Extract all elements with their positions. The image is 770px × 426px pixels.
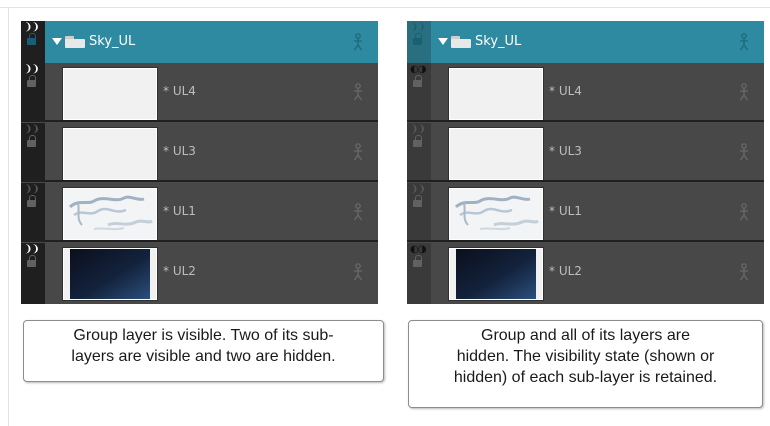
layer-row[interactable]: ◐◑ * UL2 xyxy=(407,243,764,304)
lock-icon[interactable] xyxy=(413,195,422,207)
layer-controls: ❩❩ xyxy=(407,21,431,63)
layer-controls: ❩❩ xyxy=(21,183,45,242)
layer-name: * UL4 xyxy=(163,84,196,98)
layer-panel-left: ❩❩ Sky_UL ❩❩ * UL4 ❩❩ * UL3 ❩❩ * UL1 ❩❩ … xyxy=(21,21,378,304)
layer-thumbnail xyxy=(63,128,157,180)
person-icon xyxy=(740,263,748,281)
layer-row[interactable]: ❩❩ * UL3 xyxy=(21,123,378,182)
layer-controls: ◐◑ xyxy=(407,63,431,122)
group-layer-row[interactable]: ❩❩ Sky_UL xyxy=(407,21,764,63)
eye-icon[interactable]: ❩❩ xyxy=(24,185,40,195)
layer-name: * UL3 xyxy=(163,144,196,158)
lock-icon[interactable] xyxy=(27,75,36,87)
lock-icon[interactable] xyxy=(27,255,36,267)
layer-row[interactable]: ❩❩ * UL2 xyxy=(21,243,378,304)
layer-row[interactable]: ❩❩ * UL1 xyxy=(21,183,378,242)
layer-name: * UL2 xyxy=(163,264,196,278)
lock-icon[interactable] xyxy=(413,255,422,267)
layer-thumbnail xyxy=(449,68,543,120)
person-icon xyxy=(354,33,362,51)
person-icon xyxy=(740,143,748,161)
eye-icon[interactable]: ❩❩ xyxy=(24,65,40,75)
triangle-down-icon[interactable] xyxy=(52,38,62,45)
caption-line: Group layer is visible. Two of its sub- xyxy=(73,327,334,344)
group-layer-row[interactable]: ❩❩ Sky_UL xyxy=(21,21,378,63)
caption-line: Group and all of its layers are xyxy=(481,327,690,344)
layer-name: * UL1 xyxy=(549,204,582,218)
layer-controls: ❩❩ xyxy=(21,243,45,304)
group-layer-name: Sky_UL xyxy=(475,34,522,49)
caption-line: layers are visible and two are hidden. xyxy=(71,348,336,365)
lock-icon[interactable] xyxy=(413,135,422,147)
layer-row[interactable]: ❩❩ * UL3 xyxy=(407,123,764,182)
layer-row[interactable]: ❩❩ * UL4 xyxy=(21,63,378,122)
person-icon xyxy=(354,83,362,101)
lock-icon[interactable] xyxy=(413,33,422,45)
person-icon xyxy=(740,83,748,101)
layer-thumbnail xyxy=(449,188,543,240)
layer-thumbnail xyxy=(63,248,157,300)
eye-icon[interactable]: ❩❩ xyxy=(410,185,426,195)
person-icon xyxy=(354,203,362,221)
layer-name: * UL1 xyxy=(163,204,196,218)
layer-controls: ◐◑ xyxy=(407,243,431,304)
eye-icon[interactable]: ❩❩ xyxy=(24,245,40,255)
person-icon xyxy=(354,263,362,281)
layer-thumbnail xyxy=(63,188,157,240)
lock-icon[interactable] xyxy=(413,75,422,87)
folder-icon xyxy=(451,36,471,48)
eye-icon[interactable]: ◐◑ xyxy=(410,65,426,75)
lock-icon[interactable] xyxy=(27,195,36,207)
layer-controls: ❩❩ xyxy=(407,123,431,182)
layer-controls: ❩❩ xyxy=(21,123,45,182)
layer-controls: ❩❩ xyxy=(21,63,45,122)
layer-panel-right: ❩❩ Sky_UL ◐◑ * UL4 ❩❩ * UL3 ❩❩ * UL1 ◐◑ … xyxy=(407,21,764,304)
person-icon xyxy=(740,203,748,221)
caption-line: hidden) of each sub-layer is retained. xyxy=(453,369,718,386)
layer-thumbnail xyxy=(449,128,543,180)
eye-icon[interactable]: ❩❩ xyxy=(410,125,426,135)
layer-name: * UL3 xyxy=(549,144,582,158)
frame-top-line xyxy=(0,7,770,8)
caption-left: Group layer is visible. Two of its sub- … xyxy=(23,320,384,382)
caption-line: hidden. The visibility state (shown or xyxy=(456,348,715,365)
eye-icon[interactable]: ❩❩ xyxy=(410,23,426,33)
layer-thumbnail xyxy=(63,68,157,120)
layer-row[interactable]: ❩❩ * UL1 xyxy=(407,183,764,242)
triangle-down-icon[interactable] xyxy=(438,38,448,45)
layer-name: * UL2 xyxy=(549,264,582,278)
layer-row[interactable]: ◐◑ * UL4 xyxy=(407,63,764,122)
person-icon xyxy=(354,143,362,161)
lock-icon[interactable] xyxy=(27,33,36,45)
layer-thumbnail xyxy=(449,248,543,300)
eye-icon[interactable]: ◐◑ xyxy=(410,245,426,255)
caption-right: Group and all of its layers are hidden. … xyxy=(408,320,763,408)
layer-name: * UL4 xyxy=(549,84,582,98)
eye-icon[interactable]: ❩❩ xyxy=(24,23,40,33)
frame-left-line xyxy=(8,7,9,426)
folder-icon xyxy=(65,36,85,48)
person-icon xyxy=(740,33,748,51)
group-layer-name: Sky_UL xyxy=(89,34,136,49)
lock-icon[interactable] xyxy=(27,135,36,147)
layer-controls: ❩❩ xyxy=(407,183,431,242)
eye-icon[interactable]: ❩❩ xyxy=(24,125,40,135)
layer-controls: ❩❩ xyxy=(21,21,45,63)
